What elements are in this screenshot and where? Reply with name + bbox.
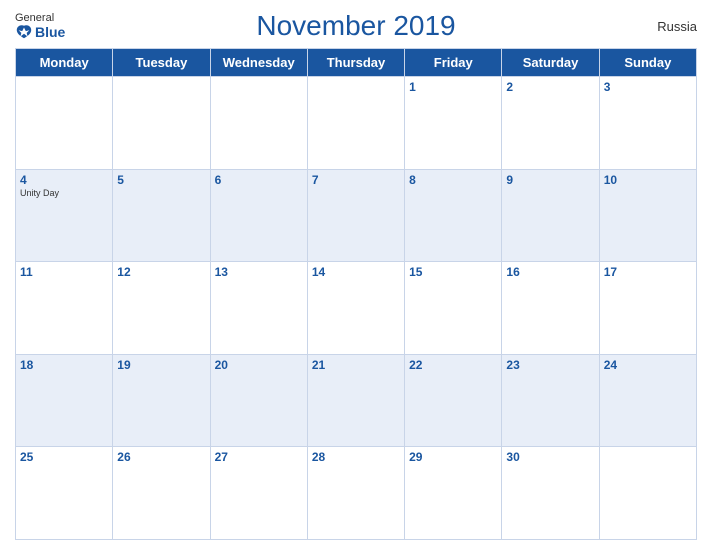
date-number: 18 <box>20 358 108 372</box>
calendar-cell: 27 <box>210 447 307 540</box>
calendar-cell: 8 <box>405 169 502 262</box>
calendar-row-4: 25 26 27 28 29 30 <box>16 447 697 540</box>
calendar-cell: 10 <box>599 169 696 262</box>
date-number: 1 <box>409 80 497 94</box>
date-number: 3 <box>604 80 692 94</box>
calendar-row-2: 11 12 13 14 15 16 17 <box>16 262 697 355</box>
holiday-label: Unity Day <box>20 188 108 198</box>
date-number: 2 <box>506 80 594 94</box>
calendar-cell: 19 <box>113 354 210 447</box>
country-label: Russia <box>657 19 697 34</box>
calendar-cell: 30 <box>502 447 599 540</box>
date-number: 5 <box>117 173 205 187</box>
date-number: 24 <box>604 358 692 372</box>
calendar-cell: 28 <box>307 447 404 540</box>
calendar-cell: 22 <box>405 354 502 447</box>
calendar-cell: 9 <box>502 169 599 262</box>
calendar-cell: 5 <box>113 169 210 262</box>
date-number: 28 <box>312 450 400 464</box>
calendar-cell: 3 <box>599 77 696 170</box>
date-number: 23 <box>506 358 594 372</box>
calendar-cell: 14 <box>307 262 404 355</box>
calendar-cell: 25 <box>16 447 113 540</box>
weekday-header-row: MondayTuesdayWednesdayThursdayFridaySatu… <box>16 49 697 77</box>
calendar-cell: 16 <box>502 262 599 355</box>
logo-general-text: General <box>15 12 54 24</box>
calendar-cell: 11 <box>16 262 113 355</box>
date-number: 4 <box>20 173 108 187</box>
logo-blue-text: Blue <box>15 24 65 40</box>
calendar-row-0: 123 <box>16 77 697 170</box>
date-number: 9 <box>506 173 594 187</box>
date-number: 26 <box>117 450 205 464</box>
date-number: 30 <box>506 450 594 464</box>
date-number: 19 <box>117 358 205 372</box>
calendar-cell <box>307 77 404 170</box>
calendar-table: MondayTuesdayWednesdayThursdayFridaySatu… <box>15 48 697 540</box>
date-number: 7 <box>312 173 400 187</box>
logo: General Blue <box>15 12 65 40</box>
calendar-cell: 20 <box>210 354 307 447</box>
calendar-title: November 2019 <box>256 10 455 42</box>
date-number: 11 <box>20 265 108 279</box>
date-number: 29 <box>409 450 497 464</box>
calendar-cell: 15 <box>405 262 502 355</box>
calendar-row-1: 4Unity Day 56789 10 <box>16 169 697 262</box>
weekday-header-thursday: Thursday <box>307 49 404 77</box>
calendar-row-3: 18 19 20 21 22 23 24 <box>16 354 697 447</box>
logo-bird-icon <box>15 24 33 40</box>
calendar-cell: 1 <box>405 77 502 170</box>
date-number: 6 <box>215 173 303 187</box>
date-number: 12 <box>117 265 205 279</box>
calendar-cell <box>210 77 307 170</box>
date-number: 10 <box>604 173 692 187</box>
calendar-cell: 4Unity Day <box>16 169 113 262</box>
calendar-cell: 17 <box>599 262 696 355</box>
calendar-cell <box>16 77 113 170</box>
weekday-header-tuesday: Tuesday <box>113 49 210 77</box>
calendar-cell: 2 <box>502 77 599 170</box>
calendar-cell: 12 <box>113 262 210 355</box>
calendar-cell <box>113 77 210 170</box>
calendar-cell: 23 <box>502 354 599 447</box>
date-number: 8 <box>409 173 497 187</box>
calendar-cell: 6 <box>210 169 307 262</box>
calendar-cell: 29 <box>405 447 502 540</box>
date-number: 20 <box>215 358 303 372</box>
calendar-cell: 26 <box>113 447 210 540</box>
date-number: 21 <box>312 358 400 372</box>
date-number: 14 <box>312 265 400 279</box>
calendar-cell: 21 <box>307 354 404 447</box>
calendar-cell <box>599 447 696 540</box>
calendar-cell: 13 <box>210 262 307 355</box>
weekday-header-wednesday: Wednesday <box>210 49 307 77</box>
calendar-cell: 18 <box>16 354 113 447</box>
weekday-header-monday: Monday <box>16 49 113 77</box>
date-number: 15 <box>409 265 497 279</box>
weekday-header-friday: Friday <box>405 49 502 77</box>
date-number: 16 <box>506 265 594 279</box>
calendar-cell: 7 <box>307 169 404 262</box>
weekday-header-saturday: Saturday <box>502 49 599 77</box>
date-number: 13 <box>215 265 303 279</box>
date-number: 27 <box>215 450 303 464</box>
date-number: 17 <box>604 265 692 279</box>
weekday-header-sunday: Sunday <box>599 49 696 77</box>
date-number: 25 <box>20 450 108 464</box>
calendar-header: General Blue November 2019 Russia <box>15 10 697 42</box>
calendar-cell: 24 <box>599 354 696 447</box>
date-number: 22 <box>409 358 497 372</box>
